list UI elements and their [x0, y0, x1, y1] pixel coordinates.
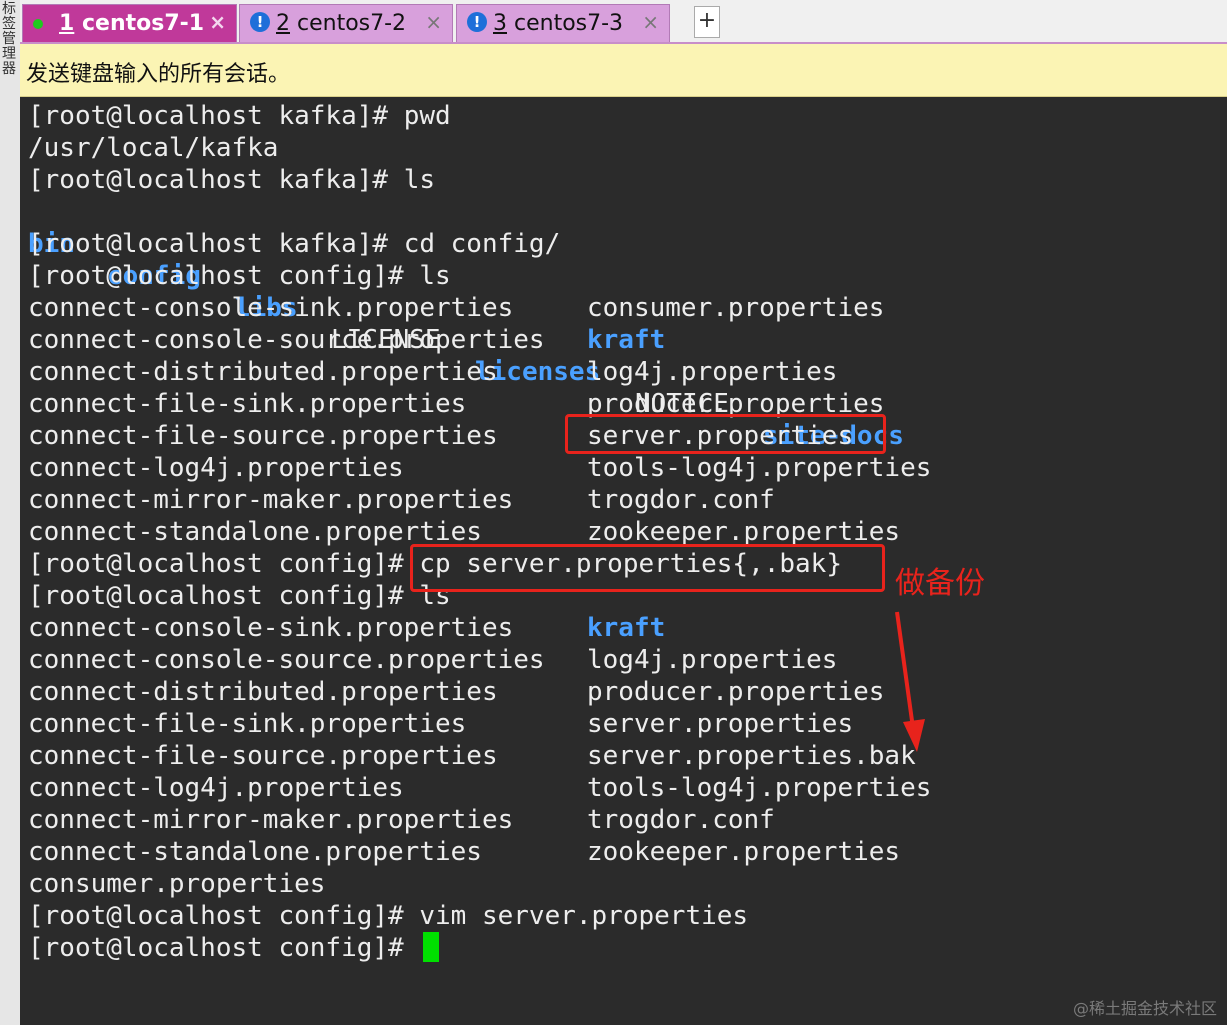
watermark: @稀土掘金技术社区	[1072, 999, 1217, 1018]
arrow-head	[903, 719, 925, 752]
annotation-arrow	[895, 611, 925, 752]
arrow-shaft	[895, 611, 915, 729]
